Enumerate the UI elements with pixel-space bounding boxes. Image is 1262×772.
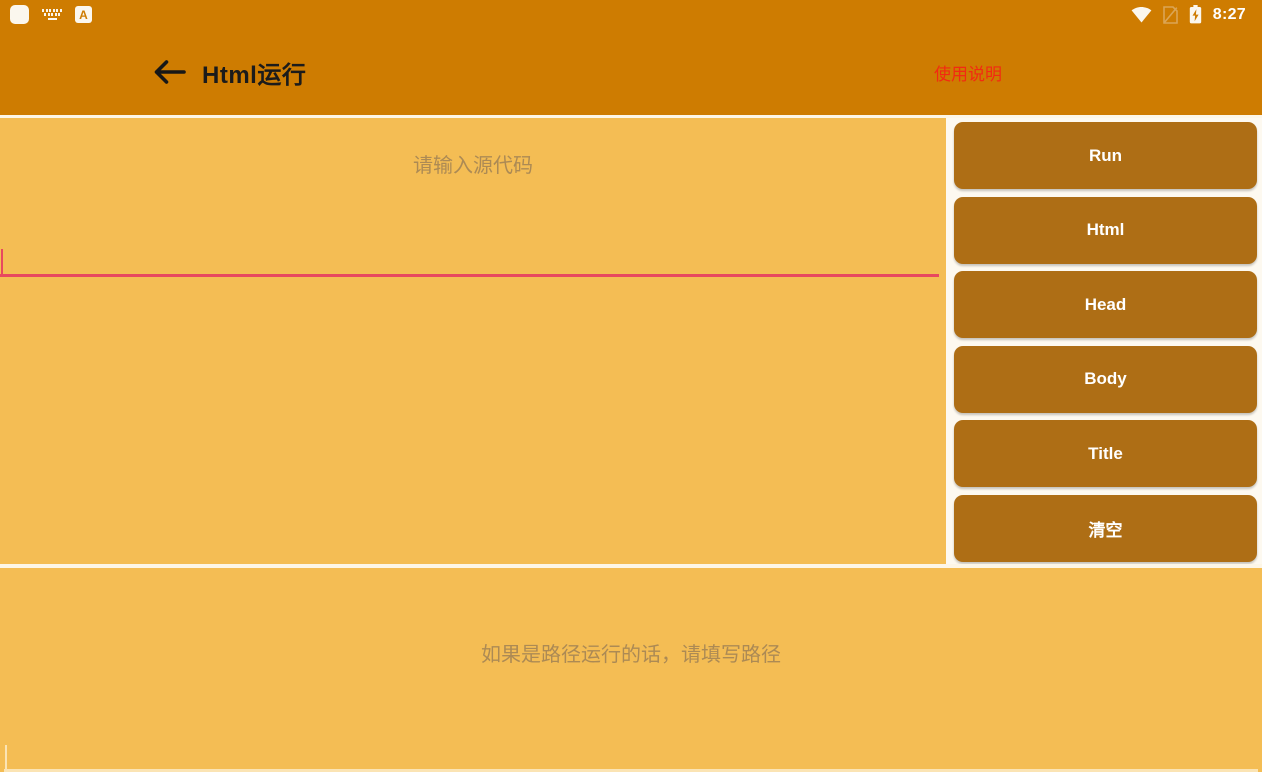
clear-button[interactable]: 清空 bbox=[954, 494, 1257, 562]
back-button[interactable] bbox=[152, 54, 188, 90]
path-input-caret bbox=[5, 745, 7, 769]
source-code-caret bbox=[1, 249, 3, 275]
source-code-underline bbox=[0, 274, 939, 277]
html-button[interactable]: Html bbox=[954, 196, 1257, 264]
back-arrow-icon bbox=[154, 60, 186, 84]
status-bar-left-icons: A bbox=[10, 5, 92, 24]
keyboard-icon bbox=[41, 8, 63, 21]
help-instructions-link[interactable]: 使用说明 bbox=[934, 60, 1002, 85]
source-code-editor[interactable]: 请输入源代码 bbox=[0, 118, 946, 564]
input-method-a-icon: A bbox=[75, 6, 92, 23]
action-button-column: Run Html Head Body Title 清空 bbox=[951, 118, 1262, 566]
main-content: 请输入源代码 Run Html Head Body Title 清空 如果是路径… bbox=[0, 115, 1262, 772]
status-bar: A 8:27 bbox=[0, 0, 1262, 29]
sim-card-icon bbox=[1162, 5, 1178, 24]
wifi-icon bbox=[1131, 6, 1152, 22]
app-square-icon bbox=[10, 5, 29, 24]
battery-charging-icon bbox=[1189, 5, 1201, 24]
status-bar-right-icons: 8:27 bbox=[1131, 5, 1252, 24]
status-bar-clock: 8:27 bbox=[1212, 5, 1246, 23]
path-input-placeholder: 如果是路径运行的话，请填写路径 bbox=[481, 644, 781, 666]
run-button[interactable]: Run bbox=[954, 122, 1257, 189]
page-title: Html运行 bbox=[202, 61, 307, 89]
title-button[interactable]: Title bbox=[954, 420, 1257, 488]
body-button[interactable]: Body bbox=[954, 345, 1257, 413]
app-bar: Html运行 使用说明 bbox=[0, 29, 1262, 115]
head-button[interactable]: Head bbox=[954, 271, 1257, 339]
path-input-field[interactable]: 如果是路径运行的话，请填写路径 bbox=[0, 568, 1262, 772]
source-code-placeholder: 请输入源代码 bbox=[413, 155, 533, 177]
